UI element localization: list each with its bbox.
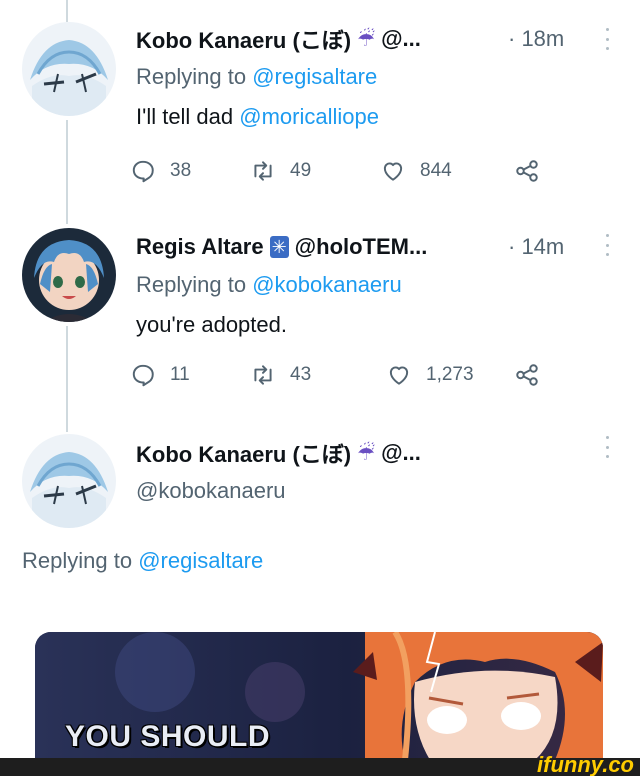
display-name[interactable]: Kobo Kanaeru (こぼ) <box>136 23 351 55</box>
reply-icon <box>132 364 154 387</box>
replying-to-mention[interactable]: @regisaltare <box>138 548 263 573</box>
handle[interactable]: @holoTEM... <box>295 234 428 260</box>
share-button[interactable] <box>514 361 554 389</box>
avatar-kobo[interactable] <box>22 22 116 116</box>
tweet-mention[interactable]: @moricalliope <box>239 104 379 129</box>
reply-button[interactable]: 11 <box>130 361 190 389</box>
replying-to-mention[interactable]: @regisaltare <box>252 64 377 89</box>
display-name[interactable]: Regis Altare <box>136 234 264 260</box>
umbrella-badge-icon: ☔ <box>357 442 376 465</box>
heart-icon <box>383 162 403 181</box>
action-bar: 38 49 844 <box>130 157 550 185</box>
retweet-button[interactable]: 49 <box>250 157 311 185</box>
heart-icon <box>389 366 409 385</box>
reply-count: 38 <box>170 160 192 181</box>
replying-to: Replying to @regisaltare <box>136 64 377 90</box>
replying-to-prefix: Replying to <box>136 272 253 297</box>
action-bar: 11 43 1,273 <box>130 361 550 389</box>
ifunny-watermark: ifunny.co <box>537 752 634 776</box>
tweet-2[interactable]: Regis Altare ✳ @holoTEM... · 14m Replyin… <box>0 210 640 420</box>
replying-to-prefix: Replying to <box>136 64 253 89</box>
more-options-icon[interactable] <box>604 28 610 50</box>
handle[interactable]: @... <box>381 440 421 466</box>
display-name[interactable]: Kobo Kanaeru (こぼ) <box>136 437 351 469</box>
more-options-icon[interactable] <box>604 436 610 458</box>
like-button[interactable]: 844 <box>380 157 452 185</box>
replying-to-main: Replying to @regisaltare <box>22 548 263 574</box>
timestamp[interactable]: · 14m <box>508 234 564 260</box>
avatar-kobo[interactable] <box>22 434 116 528</box>
umbrella-badge-icon: ☔ <box>357 28 376 51</box>
tweet-header: Kobo Kanaeru (こぼ) ☔ @... <box>136 438 421 468</box>
tweet-text-prefix: I'll tell dad <box>136 104 240 129</box>
reply-count: 11 <box>170 364 190 385</box>
replying-to-mention[interactable]: @kobokanaeru <box>252 272 402 297</box>
share-icon <box>516 364 538 386</box>
tweet-header: Regis Altare ✳ @holoTEM... <box>136 232 427 262</box>
retweet-count: 43 <box>290 364 312 385</box>
tweet-media-image[interactable]: YOU SHOULD <box>35 632 603 760</box>
tweet-text: you're adopted. <box>136 312 287 337</box>
tweet-1[interactable]: Kobo Kanaeru (こぼ) ☔ @... · 18m Replying … <box>0 0 640 210</box>
watermark-bar: ifunny.co <box>0 754 640 776</box>
avatar-regis[interactable] <box>22 228 116 322</box>
tweet-header: Kobo Kanaeru (こぼ) ☔ @... <box>136 24 421 54</box>
timestamp[interactable]: · 18m <box>508 26 564 52</box>
tweet-text: I'll tell dad @moricalliope <box>136 104 379 130</box>
more-options-icon[interactable] <box>604 234 610 256</box>
replying-to-prefix: Replying to <box>22 548 139 573</box>
retweet-icon <box>254 365 272 385</box>
media-caption: YOU SHOULD <box>65 720 271 753</box>
share-icon <box>516 160 538 182</box>
retweet-button[interactable]: 43 <box>250 361 311 389</box>
replying-to: Replying to @kobokanaeru <box>136 272 402 298</box>
tweet-3[interactable]: Kobo Kanaeru (こぼ) ☔ @... @kobokanaeru <box>0 420 640 540</box>
handle[interactable]: @... <box>381 26 421 52</box>
sparkle-badge-icon: ✳ <box>269 236 289 258</box>
reply-button[interactable]: 38 <box>130 157 191 185</box>
share-button[interactable] <box>514 157 554 185</box>
retweet-count: 49 <box>290 160 312 181</box>
like-button[interactable]: 1,273 <box>386 361 474 389</box>
retweet-icon <box>254 161 272 181</box>
like-count: 1,273 <box>426 364 474 385</box>
reply-icon <box>132 160 154 183</box>
sub-handle[interactable]: @kobokanaeru <box>136 478 286 504</box>
like-count: 844 <box>420 160 452 181</box>
